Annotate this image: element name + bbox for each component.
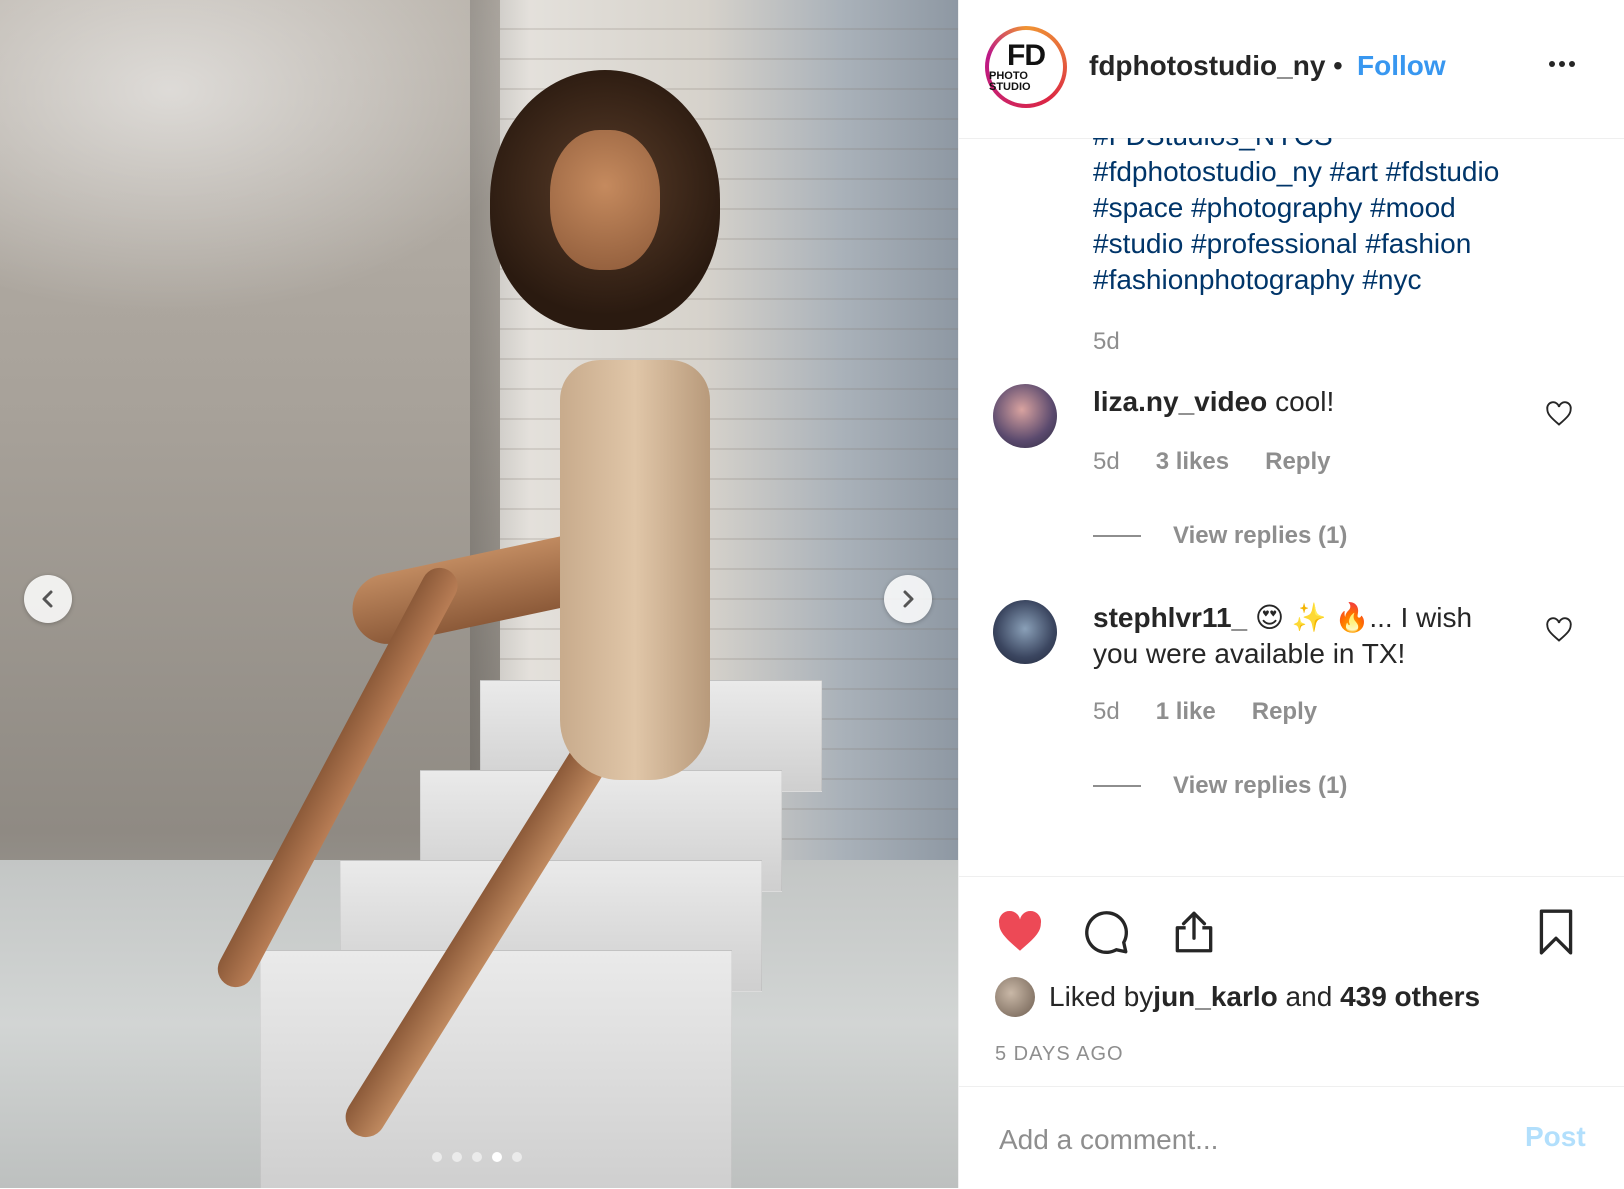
carousel-dot	[492, 1152, 502, 1162]
carousel-dot	[452, 1152, 462, 1162]
commenter-avatar[interactable]	[993, 600, 1057, 664]
header-separator: •	[1333, 50, 1343, 81]
carousel-indicator	[432, 1152, 522, 1162]
caption-line: #fdphotostudio_ny #art #fdstudio	[1093, 156, 1500, 187]
comment-icon[interactable]	[1081, 907, 1131, 957]
comment-meta: 5d 1 like Reply	[1093, 698, 1317, 726]
comment-meta: 5d 3 likes Reply	[1093, 448, 1330, 476]
chevron-right-icon	[903, 590, 914, 608]
comment-body: cool!	[1267, 386, 1335, 417]
view-replies-button[interactable]: View replies (1)	[1093, 522, 1347, 550]
caption-line: #studio #professional #fashion	[1093, 228, 1472, 259]
post-photo[interactable]	[0, 0, 958, 1188]
comment-body-line2: you were available in TX!	[1093, 638, 1406, 669]
comment-time: 5d	[1093, 448, 1120, 475]
replies-line	[1093, 535, 1141, 537]
view-replies-button[interactable]: View replies (1)	[1093, 772, 1347, 800]
studio-logo: FD PHOTO STUDIO	[989, 30, 1063, 104]
logo-text-main: FD	[1007, 39, 1046, 72]
caption-line: #FDStudios_NYCS	[1093, 138, 1593, 154]
previous-slide-button[interactable]	[24, 575, 72, 623]
post-actions: Liked by jun_karlo and 439 others 5 DAYS…	[959, 876, 1624, 1087]
post-header: FD PHOTO STUDIO fdphotostudio_ny • Follo…	[959, 0, 1624, 139]
liked-by-and: and	[1277, 981, 1341, 1012]
caption-line: #fashionphotography #nyc	[1093, 264, 1422, 295]
add-comment-bar: Post	[959, 1086, 1624, 1189]
view-replies-label: View replies (1)	[1173, 772, 1348, 799]
comment-time: 5d	[1093, 698, 1120, 725]
comment-likes[interactable]: 3 likes	[1156, 448, 1229, 476]
reply-button[interactable]: Reply	[1252, 698, 1317, 726]
comment-text: liza.ny_video cool!	[1093, 384, 1513, 420]
post-comment-button[interactable]: Post	[1525, 1121, 1586, 1153]
comment-input[interactable]	[997, 1117, 1481, 1163]
comment-like-heart-icon[interactable]	[1545, 616, 1573, 644]
follow-button[interactable]: Follow	[1357, 50, 1446, 82]
logo-text-sub: PHOTO STUDIO	[989, 70, 1031, 93]
liked-by-user[interactable]: jun_karlo	[1153, 981, 1277, 1013]
liker-avatar[interactable]	[995, 977, 1035, 1017]
share-icon[interactable]	[1169, 907, 1219, 957]
carousel-dot	[512, 1152, 522, 1162]
comments-scroll-area[interactable]: #FDStudios_NYCS #fdphotostudio_ny #art #…	[959, 138, 1624, 876]
author-avatar[interactable]: FD PHOTO STUDIO	[985, 26, 1067, 108]
commenter-username[interactable]: liza.ny_video	[1093, 386, 1267, 417]
post-sidebar: FD PHOTO STUDIO fdphotostudio_ny • Follo…	[958, 0, 1624, 1188]
chevron-left-icon	[42, 590, 53, 608]
comment-like-heart-icon[interactable]	[1545, 400, 1573, 428]
commenter-username[interactable]: stephlvr11_	[1093, 602, 1247, 633]
caption: #FDStudios_NYCS #fdphotostudio_ny #art #…	[1093, 138, 1593, 298]
reply-button[interactable]: Reply	[1265, 448, 1330, 476]
author-username[interactable]: fdphotostudio_ny	[1089, 50, 1325, 82]
commenter-avatar[interactable]	[993, 384, 1057, 448]
carousel-dot	[472, 1152, 482, 1162]
comment-body: 😍 ✨ 🔥... I wish	[1247, 602, 1473, 633]
comment-likes[interactable]: 1 like	[1156, 698, 1216, 726]
post-timestamp: 5 DAYS AGO	[995, 1043, 1124, 1065]
caption-time: 5d	[1093, 328, 1120, 355]
next-slide-button[interactable]	[884, 575, 932, 623]
comment-text: stephlvr11_ 😍 ✨ 🔥... I wish you were ava…	[1093, 600, 1513, 672]
liked-by-row: Liked by jun_karlo and 439 others	[995, 977, 1480, 1017]
view-replies-label: View replies (1)	[1173, 522, 1348, 549]
caption-line: #space #photography #mood	[1093, 192, 1456, 223]
liked-by-prefix: Liked by	[1049, 981, 1154, 1012]
likes-count-link[interactable]: 439 others	[1340, 981, 1480, 1013]
more-options-icon[interactable]	[1549, 54, 1589, 84]
carousel-dot	[432, 1152, 442, 1162]
like-heart-icon[interactable]	[995, 907, 1045, 957]
bookmark-icon[interactable]	[1531, 907, 1581, 957]
replies-line	[1093, 785, 1141, 787]
